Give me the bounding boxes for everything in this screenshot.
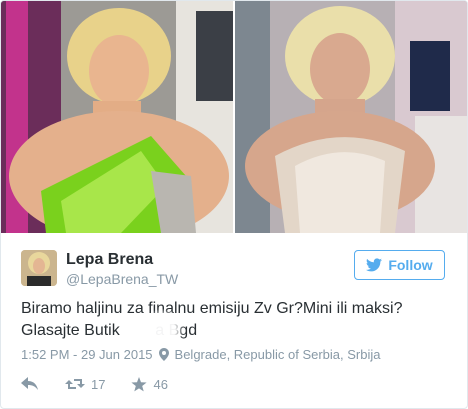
tweet-text-line2: Glasajte Butik a Bgd (21, 322, 198, 339)
reply-icon (21, 377, 38, 390)
tweet-photos (1, 1, 467, 233)
tweet-actions: 17 46 (21, 375, 194, 393)
author-name[interactable]: Lepa Brena (66, 251, 153, 269)
twitter-bird-icon (366, 258, 383, 272)
avatar[interactable] (21, 250, 57, 286)
star-icon (131, 376, 148, 391)
tweet-location[interactable]: Belgrade, Republic of Serbia, Srbija (175, 347, 381, 362)
blurred-region (141, 309, 185, 351)
like-count: 46 (153, 376, 168, 392)
tweet-text-line1: Biramo haljinu za finalnu emisiju Zv Gr?… (21, 300, 403, 317)
photo-silver-dress[interactable] (235, 1, 467, 233)
tweet-text: Biramo haljinu za finalnu emisiju Zv Gr?… (21, 298, 451, 342)
reply-button[interactable] (21, 377, 39, 391)
retweet-button[interactable]: 17 (65, 377, 105, 392)
follow-button[interactable]: Follow (354, 250, 445, 280)
photo-green-dress[interactable] (1, 1, 233, 233)
like-button[interactable]: 46 (131, 376, 168, 392)
follow-label: Follow (388, 257, 433, 273)
retweet-count: 17 (91, 376, 106, 392)
retweet-icon (65, 379, 85, 389)
author-handle[interactable]: @LepaBrena_TW (66, 271, 178, 287)
location-pin-icon (158, 348, 169, 361)
tweet-card: Lepa Brena @LepaBrena_TW Follow Biramo h… (0, 0, 468, 409)
tweet-meta: 1:52 PM - 29 Jun 2015 Belgrade, Republic… (21, 347, 380, 362)
tweet-timestamp[interactable]: 1:52 PM - 29 Jun 2015 (21, 347, 153, 362)
